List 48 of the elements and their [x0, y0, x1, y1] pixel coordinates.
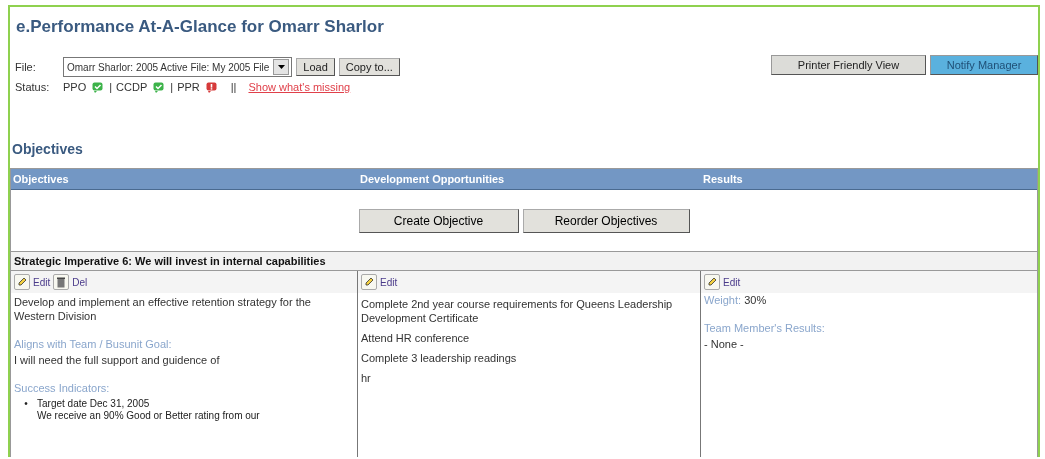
- edit-link[interactable]: Edit: [33, 276, 51, 288]
- file-action-button[interactable]: Copy to...: [338, 58, 400, 76]
- development-item: hr: [360, 371, 372, 386]
- edit-link[interactable]: Edit: [380, 276, 398, 288]
- edit-link[interactable]: Edit: [723, 276, 741, 288]
- column-header: Objectives: [12, 172, 70, 187]
- status-item: CCDP: [116, 81, 148, 93]
- weight-value: 30%: [744, 294, 767, 306]
- objective-button[interactable]: Reorder Objectives: [522, 209, 690, 233]
- pencil-icon[interactable]: [14, 274, 30, 290]
- action-button[interactable]: Printer Friendly View: [771, 55, 926, 75]
- results-label: Team Member's Results:: [703, 321, 826, 335]
- missing-link[interactable]: Show what's missing: [248, 81, 351, 93]
- indicator-text: We receive an 90% Good or Better rating from our: [37, 410, 260, 422]
- bullet-mark: •: [23, 398, 29, 410]
- goal-text: I will need the full support and guidence of: [13, 353, 221, 368]
- file-action-button[interactable]: Load: [296, 58, 335, 76]
- weight-label: Weight:: [704, 294, 742, 306]
- results-value: - None -: [703, 337, 745, 352]
- status-item: PPO: [63, 81, 87, 93]
- status-separator: ||: [230, 81, 237, 93]
- status-label: Status:: [15, 81, 51, 93]
- delete-link[interactable]: Del: [72, 276, 88, 288]
- goal-label: Aligns with Team / Busunit Goal:: [13, 337, 173, 351]
- group-heading: Strategic Imperative 6: We will invest in internal capabilities: [11, 252, 1037, 271]
- development-item: Complete 2nd year course requirements for Queens Leadership Development Certificate: [360, 297, 674, 326]
- column-header: Results: [702, 172, 744, 187]
- column-header: Development Opportunities: [359, 172, 506, 187]
- status-separator: |: [109, 81, 113, 93]
- pencil-icon[interactable]: [361, 274, 377, 290]
- status-separator: |: [170, 81, 174, 93]
- development-item: Complete 3 leadership readings: [360, 351, 518, 366]
- dropdown-caret-icon: [277, 65, 285, 69]
- objective-text: Develop and implement an effective retention strategy for the Western Division: [13, 295, 312, 324]
- objective-button[interactable]: Create Objective: [358, 209, 519, 233]
- pencil-icon[interactable]: [704, 274, 720, 290]
- file-label: File:: [15, 61, 37, 73]
- trash-icon[interactable]: [53, 274, 70, 290]
- status-item: PPR: [177, 81, 200, 93]
- indicators-label: Success Indicators:: [13, 381, 111, 395]
- file-select[interactable]: Omarr Sharlor: 2005 Active File: My 2005 File: [63, 57, 293, 77]
- check-bubble-icon: [153, 81, 165, 93]
- development-item: Attend HR conference: [360, 331, 471, 346]
- check-bubble-icon: [92, 81, 104, 93]
- section-title: Objectives: [12, 141, 84, 157]
- alert-bubble-icon: [205, 81, 217, 93]
- indicator-item: Target date Dec 31, 2005: [37, 398, 151, 410]
- page-title: e.Performance At-A-Glance for Omarr Sharlor: [16, 17, 385, 37]
